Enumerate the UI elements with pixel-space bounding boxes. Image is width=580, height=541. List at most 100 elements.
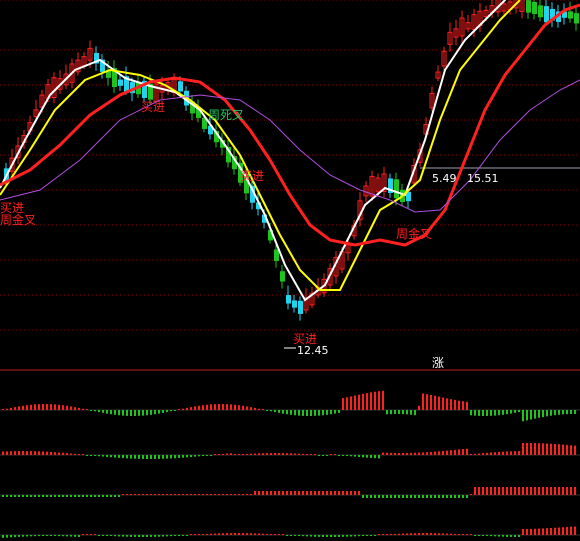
indicator-bar — [454, 449, 456, 455]
indicator-bar — [382, 390, 384, 410]
indicator-bar — [426, 452, 428, 455]
indicator-bar — [30, 535, 32, 537]
indicator-bar — [566, 410, 568, 415]
indicator-bar — [342, 455, 344, 456]
indicator-bar — [442, 495, 444, 498]
indicator-bar — [54, 452, 56, 455]
indicator-bar — [190, 407, 192, 410]
indicator-bar — [446, 533, 448, 535]
indicator-bar — [482, 453, 484, 455]
indicator-bar — [378, 391, 380, 410]
indicator-bar — [90, 455, 92, 456]
indicator-bar — [146, 494, 148, 495]
indicator-bar — [214, 454, 216, 455]
indicator-bar — [562, 527, 564, 535]
indicator-bar — [286, 410, 288, 415]
indicator-bar — [214, 533, 216, 535]
indicator-bar — [134, 535, 136, 537]
indicator-bar — [142, 535, 144, 537]
indicator-bar — [26, 451, 28, 455]
indicator-bar — [226, 453, 228, 455]
indicator-bar — [222, 533, 224, 535]
indicator-bar — [542, 528, 544, 535]
indicator-bar — [190, 534, 192, 535]
indicator-bar — [98, 455, 100, 457]
indicator-bar — [402, 410, 404, 415]
indicator-bar — [66, 495, 68, 497]
indicator-bar — [278, 534, 280, 535]
indicator-bar — [362, 455, 364, 458]
indicator-bar — [2, 495, 4, 497]
indicator-bar — [158, 410, 160, 414]
indicator-bar — [162, 494, 164, 495]
indicator-bar — [34, 451, 36, 455]
indicator-bar — [102, 410, 104, 413]
indicator-bar — [318, 455, 320, 456]
indicator-bar — [438, 495, 440, 498]
indicator-bar — [238, 405, 240, 410]
indicator-bar — [318, 410, 320, 416]
indicator-bar — [558, 527, 560, 535]
indicator-bar — [454, 399, 456, 410]
indicator-bar — [386, 495, 388, 498]
indicator-bar — [78, 535, 80, 537]
indicator-bar — [234, 404, 236, 410]
indicator-bar — [46, 495, 48, 497]
indicator-bar — [150, 494, 152, 495]
indicator-bar — [174, 455, 176, 459]
indicator-bar — [350, 396, 352, 410]
indicator-bar — [314, 454, 316, 455]
indicator-bar — [358, 535, 360, 537]
indicator-bar — [26, 535, 28, 537]
indicator-bar — [486, 410, 488, 416]
indicator-bar — [282, 534, 284, 535]
candlesticks — [4, 0, 579, 321]
indicator-bar — [366, 455, 368, 458]
indicator-bar — [470, 534, 472, 535]
indicator-bar — [414, 410, 416, 416]
indicator-bar — [526, 528, 528, 535]
indicator-bar — [446, 398, 448, 410]
indicator-bar — [26, 495, 28, 497]
indicator-bar — [322, 455, 324, 456]
indicator-bar — [206, 455, 208, 456]
ma-slow-line — [0, 3, 580, 247]
indicator-bar — [246, 494, 248, 495]
indicator-bar — [74, 535, 76, 537]
indicator-bar — [86, 409, 88, 410]
indicator-bar — [18, 535, 20, 537]
indicator-bar — [302, 453, 304, 455]
indicator-bar — [278, 453, 280, 455]
indicator-bar — [114, 455, 116, 458]
indicator-bar — [330, 491, 332, 495]
indicator-bar — [106, 535, 108, 536]
indicator-bar — [74, 453, 76, 455]
indicator-bar — [546, 410, 548, 417]
indicator-bar — [290, 491, 292, 495]
indicator-bar — [242, 494, 244, 495]
indicator-bar — [522, 487, 524, 495]
indicator-bar — [450, 495, 452, 498]
indicator-bar — [314, 491, 316, 495]
indicator-bar — [6, 408, 8, 410]
indicator-bar — [86, 455, 88, 456]
indicator-bar — [354, 455, 356, 457]
indicator-bar — [570, 445, 572, 455]
indicator-bar — [30, 495, 32, 497]
indicator-bar — [186, 455, 188, 458]
indicator-bar — [546, 443, 548, 455]
indicator-bar — [426, 495, 428, 498]
indicator-bar — [138, 410, 140, 416]
indicator-bar — [50, 495, 52, 497]
indicator-bar — [130, 455, 132, 459]
indicator-bar — [70, 535, 72, 537]
indicator-bar — [518, 487, 520, 495]
indicator-bar — [426, 533, 428, 535]
indicator-bar — [126, 494, 128, 495]
indicator-bar — [246, 406, 248, 410]
indicator-bar — [250, 533, 252, 535]
indicator-bar — [386, 452, 388, 455]
indicator-bar — [322, 410, 324, 416]
indicator-bar — [470, 454, 472, 455]
indicator-bar — [250, 407, 252, 410]
